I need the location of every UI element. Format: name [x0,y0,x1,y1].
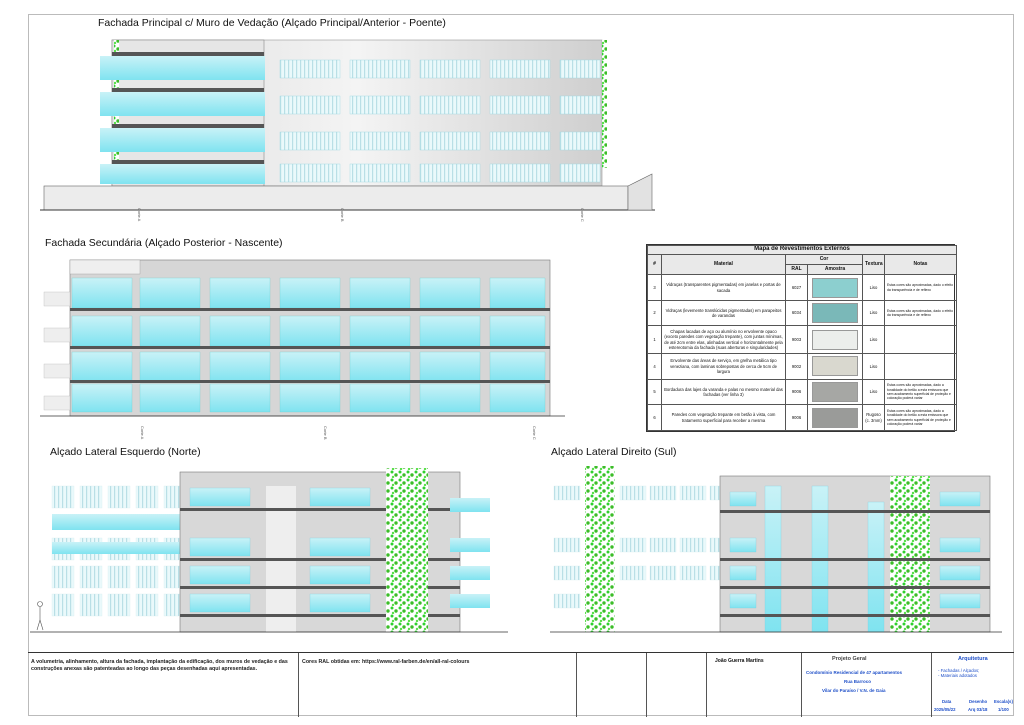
drawing-value: Arq 03/18 [968,707,988,712]
row-sample [807,274,863,301]
section-mark: Corte A [137,208,142,222]
table-row: 5 Bordadura das lajes da varanda e palas … [647,378,958,406]
row-notes [883,353,958,380]
title-fachada-principal: Fachada Principal c/ Muro de Vedação (Al… [98,17,446,29]
row-material: Vidraças (levemente translúcidas pigment… [661,299,786,327]
header-cor: Cor [785,253,863,266]
sheet-content: - Fachadas / Alçados; - Materiais adotad… [938,668,980,678]
row-number: 5 [647,378,662,406]
row-number: 1 [647,325,662,355]
section-mark: Corte B [323,426,328,440]
date-label: Data [942,699,952,704]
row-ral: 9003 [785,325,808,355]
row-notes: Estas cores são aproximadas, dado o efei… [883,274,958,301]
scale-value: 1/100 [998,707,1009,712]
date-value: 2025/05/22 [934,707,956,712]
drawing-label: Desenho [969,699,988,704]
elevation-principal [40,39,655,211]
header-textura: Textura [862,253,885,276]
row-material: Bordadura das lajes da varanda e palas n… [661,378,786,406]
drawing-sheet: Fachada Principal c/ Muro de Vedação (Al… [0,0,1024,725]
header-notas: Notas [883,253,958,276]
row-number: 6 [647,404,662,431]
color-swatch [812,277,858,298]
row-notes: Estas cores são aproximadas, dado o efei… [883,299,958,327]
row-texture: Liso [862,325,885,355]
row-sample [807,378,863,406]
color-swatch [812,382,858,403]
header-amostra: Amostra [807,264,863,276]
title-fachada-secundaria: Fachada Secundária (Alçado Posterior - N… [45,237,283,249]
sheet-info-cell: Arquitetura - Fachadas / Alçados; - Mate… [931,653,1014,717]
section-mark: Corte A [140,426,145,440]
table-row: 2 Vidraças (levemente translúcidas pigmen… [647,299,958,327]
project-location: Vilar do Paraíso / V.N. de Gaia [822,688,886,693]
observations-cell: Cores RAL obtidas em: https://www.ral-fa… [298,653,576,717]
author-cell: João Guerra Martins [706,653,801,717]
color-swatch [812,303,858,324]
materials-table: Mapa de Revestimentos Externos # Materia… [646,244,958,432]
row-sample [807,353,863,380]
title-block: A volumetria, alinhamento, altura da fac… [28,652,1014,717]
title-alcado-direito: Alçado Lateral Direito (Sul) [551,446,677,458]
elevation-secundaria [40,259,565,417]
row-number: 3 [647,274,662,301]
project-label: Projeto Geral [832,656,867,662]
row-texture: Liso [862,353,885,380]
row-material: Paredes com vegetação trepante em betão … [661,404,786,431]
header-num: # [647,253,662,276]
row-material: Vidraças (transparentes pigmentadas) em … [661,274,786,301]
table-row: 6 Paredes com vegetação trepante em betão… [647,404,958,431]
row-number: 2 [647,299,662,327]
row-sample [807,325,863,355]
row-ral: 9006 [785,378,808,406]
section-mark: Corte C [532,426,537,440]
row-texture: Liso [862,378,885,406]
row-texture: Liso [862,299,885,327]
row-number: 4 [647,353,662,380]
header-material: Material [661,253,786,276]
title-alcado-esquerdo: Alçado Lateral Esquerdo (Norte) [50,446,201,458]
ral-source-note: Cores RAL obtidas em: https://www.ral-fa… [302,659,470,665]
row-sample [807,404,863,431]
row-texture: Rugoso (c. 3mm) [862,404,885,431]
row-notes: Estas cores são aproximadas, dado a tona… [883,404,958,431]
row-material: Envolvente das áreas de serviço, em grel… [661,353,786,380]
table-caption: Mapa de Revestimentos Externos [646,245,958,255]
row-notes [883,325,958,355]
row-notes: Estas cores são aproximadas, dado a tona… [883,378,958,406]
color-swatch [812,356,858,377]
row-ral: 9002 [785,353,808,380]
elevation-lateral-esquerdo [30,468,508,633]
row-texture: Liso [862,274,885,301]
specialty: Arquitetura [958,656,988,662]
table-row: 1 Chapas lacadas de aço ou alumínio no en… [647,325,958,355]
section-mark: Corte B [340,208,345,222]
general-note: A volumetria, alinhamento, altura da fac… [31,659,288,673]
author-name: João Guerra Martins [715,658,764,664]
blank-cell [646,653,706,717]
color-swatch [812,329,858,350]
row-ral: 9006 [785,404,808,431]
row-material: Chapas lacadas de aço ou alumínio no env… [661,325,786,355]
color-swatch [812,407,858,428]
row-ral: 6027 [785,274,808,301]
scale-label: Escala(s) [994,699,1013,704]
blank-cell [576,653,646,717]
table-row: 3 Vidraças (transparentes pigmentadas) em… [647,274,958,301]
row-sample [807,299,863,327]
elevation-lateral-direito [550,466,1002,633]
project-cell: Projeto Geral Condomínio Residencial de … [801,653,931,717]
table-row: 4 Envolvente das áreas de serviço, em gre… [647,353,958,380]
project-street: Rua Barroco [844,679,872,684]
header-ral: RAL [785,264,808,276]
section-mark: Corte C [580,208,585,222]
project-name: Condomínio Residencial de 47 apartamento… [806,670,903,675]
row-ral: 6034 [785,299,808,327]
